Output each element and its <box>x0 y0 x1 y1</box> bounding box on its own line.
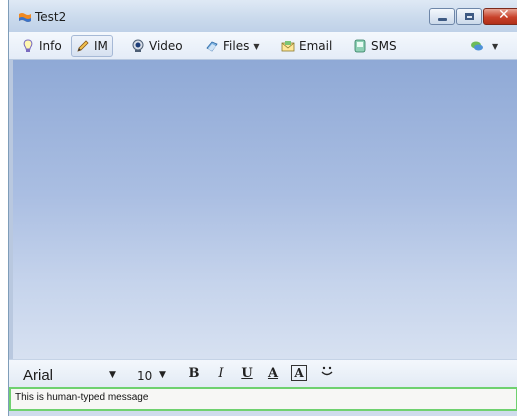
app-icon <box>19 13 31 22</box>
toolbar-sms-button[interactable]: SMS <box>349 35 401 57</box>
toolbar-im-button[interactable]: IM <box>71 35 113 57</box>
conversation-area[interactable] <box>9 60 517 359</box>
pencil-icon <box>77 40 89 52</box>
email-icon <box>281 41 295 52</box>
maximize-button[interactable] <box>456 8 482 25</box>
chevron-down-icon: ▼ <box>253 41 260 51</box>
emoticon-button[interactable] <box>319 364 335 382</box>
toolbar-im-label: IM <box>94 39 108 53</box>
toolbar-info-label: Info <box>39 39 62 53</box>
message-input-text: This is human-typed message <box>15 392 149 403</box>
toolbar-email-button[interactable]: Email <box>277 35 336 57</box>
chevron-down-icon[interactable]: ▼ <box>109 370 116 380</box>
chevron-down-icon: ▼ <box>492 41 499 51</box>
lightbulb-icon <box>23 39 33 52</box>
underline-button[interactable]: U <box>239 366 255 381</box>
toolbar-video-button[interactable]: Video <box>127 35 187 57</box>
message-input[interactable]: This is human-typed message <box>9 387 517 411</box>
smiley-icon <box>321 366 333 376</box>
format-toolbar: Arial ▼ 10 ▼ B I U A A <box>9 359 517 387</box>
maximize-icon <box>465 13 474 20</box>
chevron-down-icon[interactable]: ▼ <box>159 370 166 380</box>
toolbar-files-label: Files <box>223 39 250 53</box>
files-icon <box>206 41 218 52</box>
window-title: Test2 <box>35 10 67 24</box>
toolbar-email-label: Email <box>299 39 333 53</box>
main-toolbar: Info IM Video Files ▼ Email SMS ▼ <box>9 32 517 60</box>
toolbar-video-label: Video <box>149 39 183 53</box>
toolbar-more-button[interactable]: ▼ <box>466 35 502 57</box>
conversation-left-edge <box>9 60 13 359</box>
italic-button[interactable]: I <box>213 366 229 381</box>
webcam-icon <box>132 39 144 52</box>
minimize-icon <box>438 18 447 21</box>
minimize-button[interactable] <box>429 8 455 25</box>
close-icon: ✕ <box>498 7 510 23</box>
bold-button[interactable]: B <box>186 366 202 381</box>
chat-bubbles-icon <box>471 41 483 51</box>
text-color-button[interactable]: A <box>265 366 281 381</box>
font-size-select[interactable]: 10 <box>137 369 152 383</box>
chat-window: Test2 ✕ Info IM Video Files ▼ Email SMS … <box>8 0 517 416</box>
title-bar[interactable]: Test2 ✕ <box>9 0 517 32</box>
toolbar-files-button[interactable]: Files ▼ <box>201 35 264 57</box>
toolbar-info-button[interactable]: Info <box>17 35 66 57</box>
toolbar-sms-label: SMS <box>371 39 397 53</box>
sms-icon <box>354 39 366 53</box>
close-button[interactable]: ✕ <box>483 7 517 25</box>
font-select[interactable]: Arial <box>23 367 53 384</box>
background-color-button[interactable]: A <box>291 365 307 381</box>
